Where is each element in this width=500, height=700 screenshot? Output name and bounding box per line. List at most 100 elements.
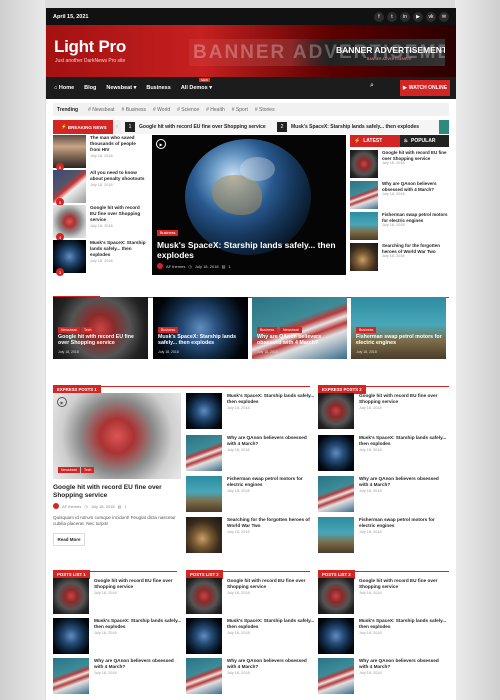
trending-tag[interactable]: # World xyxy=(153,107,170,113)
list-item[interactable]: Musk's SpaceX: Starship lands safely... … xyxy=(186,393,316,431)
post-thumbnail xyxy=(186,393,222,429)
ticker-prev-icon[interactable]: ‹ xyxy=(113,120,121,134)
list-item[interactable]: Why are QAnon believers obsessed with 4 … xyxy=(318,476,448,514)
list-item[interactable]: Searching for the forgotten heroes of Wo… xyxy=(350,243,449,274)
comment-icon: ▤ xyxy=(117,503,122,509)
post-thumbnail xyxy=(318,517,354,553)
post-thumbnail[interactable]: 4 xyxy=(53,205,86,241)
list-item[interactable]: Musk's SpaceX: Starship lands safely... … xyxy=(318,618,448,656)
trending-tag[interactable]: # Science xyxy=(177,107,199,113)
nav-business[interactable]: Business xyxy=(146,85,170,91)
banner-sublabel: BANNER ADVERTISEMENT xyxy=(367,57,413,61)
current-date: April 15, 2021 xyxy=(53,13,89,20)
linkedin-icon[interactable]: in xyxy=(400,11,410,22)
nav-blog[interactable]: Blog xyxy=(84,85,96,91)
post-thumbnail xyxy=(186,578,222,614)
hero-title[interactable]: Musk's SpaceX: Starship lands safely... … xyxy=(157,240,342,260)
list-item[interactable]: Fisherman swap petrol motors for electri… xyxy=(350,212,449,243)
play-icon[interactable]: ▶ xyxy=(57,397,67,407)
ticker-item[interactable]: 1 Google hit with record EU fine over Sho… xyxy=(125,122,273,132)
list-item[interactable]: Google hit with record EU fine over Shop… xyxy=(53,578,183,616)
trending-tag[interactable]: # Sport xyxy=(232,107,248,113)
top-bar: April 15, 2021 f t in ▶ vk ✉ xyxy=(46,8,456,25)
tab-popular[interactable]: ♨ POPULAR xyxy=(399,135,449,147)
list-item[interactable]: Why are QAnon believers obsessed with 4 … xyxy=(186,658,316,696)
list-item[interactable]: Musk's SpaceX: Starship lands safely... … xyxy=(53,618,183,656)
image-detail xyxy=(240,157,275,181)
trending-tag[interactable]: # Stories xyxy=(255,107,275,113)
list-item[interactable]: 3 Musk's SpaceX: Starship lands safely...… xyxy=(53,240,147,276)
ticker-next-thumb xyxy=(439,120,449,134)
post-thumbnail xyxy=(318,658,354,694)
banner-advertisement[interactable]: BANNER ADVERTISEMENT BANNER ADVERTISEMEN… xyxy=(189,39,445,66)
post-thumbnail[interactable]: 5 xyxy=(53,170,86,206)
list-item[interactable]: Google hit with record EU fine over Shop… xyxy=(186,578,316,616)
featured-post-card[interactable]: Newsbeat Tech Google hit with record EU fi… xyxy=(53,297,148,359)
background-left xyxy=(0,0,45,700)
bolt-icon: ⚡ xyxy=(354,138,361,144)
list-item[interactable]: Why are QAnon believers obsessed with 4 … xyxy=(318,658,448,696)
main-navigation: ⌂ Home Blog Newsbeat ▾ Business All Demo… xyxy=(46,77,456,99)
list-item[interactable]: Google hit with record EU fine over Shop… xyxy=(350,150,449,181)
avatar xyxy=(53,503,59,509)
comment-icon: ▤ xyxy=(221,263,226,269)
featured-post-card[interactable]: Business Fisherman swap petrol motors for… xyxy=(351,297,446,359)
express-big-title[interactable]: Google hit with record EU fine over Shop… xyxy=(53,484,181,500)
site-logo[interactable]: Light Pro xyxy=(54,37,126,57)
trending-label: Trending xyxy=(57,106,79,113)
post-excerpt: Quisquam id rutrum cumque incidunt! Feug… xyxy=(53,515,176,527)
post-thumbnail[interactable]: 3 xyxy=(53,240,86,276)
email-icon[interactable]: ✉ xyxy=(439,11,449,22)
section-header-express-1: EXPRESS POSTS 1 xyxy=(53,378,310,394)
breaking-news-label: ⚡ BREAKING NEWS xyxy=(53,120,113,134)
list-item[interactable]: Fisherman swap petrol motors for electri… xyxy=(318,517,448,555)
post-thumbnail xyxy=(186,476,222,512)
twitter-icon[interactable]: t xyxy=(387,11,397,22)
list-item[interactable]: Why are QAnon believers obsessed with 4 … xyxy=(350,181,449,212)
post-thumbnail xyxy=(53,658,89,694)
trending-bar: Trending # Newsbeat # Business # World #… xyxy=(53,103,449,116)
list-item[interactable]: Why are QAnon believers obsessed with 4 … xyxy=(53,658,183,696)
read-more-button[interactable]: Read More xyxy=(53,533,85,546)
post-thumbnail xyxy=(350,181,378,209)
post-thumbnail xyxy=(186,435,222,471)
list-item[interactable]: 5 All you need to know about penalty shoo… xyxy=(53,170,147,206)
list-item[interactable]: Fisherman swap petrol motors for electri… xyxy=(186,476,316,514)
trending-tag[interactable]: # Newsbeat xyxy=(88,107,114,113)
search-icon[interactable]: ⌕ xyxy=(370,82,374,90)
nav-all-demos[interactable]: All Demos ▾ xyxy=(181,85,212,91)
list-item[interactable]: Why are QAnon believers obsessed with 4 … xyxy=(186,435,316,473)
tab-latest[interactable]: ⚡ LATEST xyxy=(350,135,400,147)
list-item[interactable]: 4 Google hit with record EU fine over Sho… xyxy=(53,205,147,241)
list-item[interactable]: Musk's SpaceX: Starship lands safely... … xyxy=(318,435,448,473)
post-meta: AF themes ◷ July 18, 2018 ▤ 1 xyxy=(53,503,127,509)
nav-newsbeat[interactable]: Newsbeat ▾ xyxy=(106,85,136,91)
post-thumbnail xyxy=(350,150,378,178)
list-item[interactable]: 6 The man who saved thousands of people f… xyxy=(53,135,147,171)
ticker-item[interactable]: 2 Musk's SpaceX: Starship lands safely...… xyxy=(277,122,425,132)
featured-post-card[interactable]: Business Musk's SpaceX: Starship lands sa… xyxy=(153,297,248,359)
banner-label: BANNER ADVERTISEMENT xyxy=(336,45,445,55)
clock-icon: ◷ xyxy=(84,503,88,509)
facebook-icon[interactable]: f xyxy=(374,11,384,22)
trending-tag[interactable]: # Health xyxy=(206,107,225,113)
featured-post-card[interactable]: Business Newsbeat Why are QAnon believers … xyxy=(252,297,347,359)
express-big-thumbnail[interactable]: ▶ Newsbeat Tech xyxy=(53,393,181,479)
breaking-news-ticker: ⚡ BREAKING NEWS ‹ 1 Google hit with recor… xyxy=(53,120,449,134)
post-thumbnail xyxy=(186,517,222,553)
nav-home[interactable]: ⌂ Home xyxy=(54,85,74,91)
youtube-icon[interactable]: ▶ xyxy=(413,11,423,22)
post-thumbnail xyxy=(318,618,354,654)
watch-online-button[interactable]: ▶ WATCH ONLINE xyxy=(400,80,450,96)
post-thumbnail xyxy=(186,658,222,694)
list-item[interactable]: Google hit with record EU fine over Shop… xyxy=(318,393,448,431)
list-item[interactable]: Searching for the forgotten heroes of Wo… xyxy=(186,517,316,555)
trending-tag[interactable]: # Business xyxy=(122,107,146,113)
list-item[interactable]: Google hit with record EU fine over Shop… xyxy=(318,578,448,616)
category-badge[interactable]: Business xyxy=(157,230,179,236)
vk-icon[interactable]: vk xyxy=(426,11,436,22)
post-thumbnail[interactable]: 6 xyxy=(53,135,86,171)
hero-main-post[interactable]: ▶ Business Musk's SpaceX: Starship lands… xyxy=(152,135,346,275)
play-icon[interactable]: ▶ xyxy=(156,139,166,149)
list-item[interactable]: Musk's SpaceX: Starship lands safely... … xyxy=(186,618,316,656)
